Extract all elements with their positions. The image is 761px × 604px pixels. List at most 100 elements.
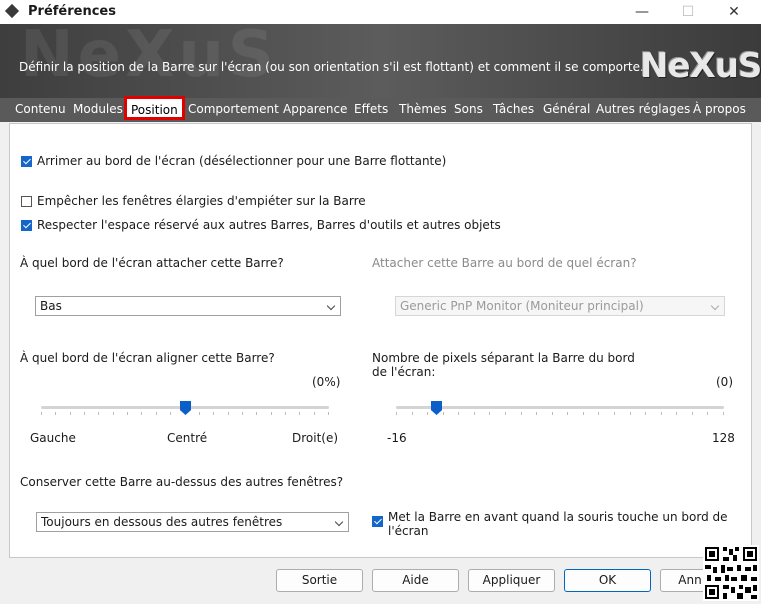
dock-edge-option[interactable]: Arrimer au bord de l'écran (désélectionn…	[21, 154, 446, 168]
tab-comportement[interactable]: Comportement	[188, 102, 279, 116]
edge-select-value: Bas	[40, 299, 62, 313]
dock-edge-checkbox[interactable]	[21, 155, 32, 167]
dock-edge-label: Arrimer au bord de l'écran (désélectionn…	[37, 154, 447, 168]
align-value: (0%)	[312, 375, 341, 389]
slider-tick	[598, 412, 600, 415]
pixels-value: (0)	[716, 375, 733, 389]
slider-tick	[614, 412, 615, 415]
close-button[interactable]: ✕	[711, 0, 757, 24]
slider-tick	[582, 412, 584, 415]
slider-tick	[427, 412, 429, 415]
slider-tick	[227, 412, 229, 415]
monitor-select-value: Generic PnP Monitor (Moniteur principal)	[400, 299, 644, 313]
respect-space-checkbox[interactable]	[21, 219, 32, 231]
slider-tick	[41, 412, 42, 415]
edge-select[interactable]: Bas	[35, 296, 341, 316]
app-icon	[4, 3, 20, 19]
pixels-slider-ticks	[396, 412, 724, 416]
maximize-button[interactable]: ☐	[665, 0, 711, 24]
pixels-question-line2: de l'écran:	[372, 365, 436, 379]
tab-effets[interactable]: Effets	[354, 102, 388, 116]
tab-themes[interactable]: Thèmes	[399, 102, 447, 116]
qr-code-icon	[703, 545, 759, 601]
slider-tick	[629, 412, 631, 415]
slider-tick	[536, 412, 538, 415]
edge-question: À quel bord de l'écran attacher cette Ba…	[20, 256, 284, 270]
respect-space-option[interactable]: Respecter l'espace réservé aux autres Ba…	[21, 218, 501, 232]
nexus-logo: NeXuS	[640, 46, 761, 86]
slider-tick	[155, 412, 157, 415]
slider-tick	[676, 412, 678, 415]
title-bar: Préférences — ☐ ✕	[0, 0, 761, 24]
align-mid-label: Centré	[167, 431, 208, 445]
banner-watermark: NeXuS	[20, 24, 278, 92]
slider-tick	[505, 412, 506, 415]
slider-tick	[299, 412, 301, 415]
slider-tick	[442, 412, 444, 415]
slider-tick	[567, 412, 569, 415]
slider-tick	[213, 412, 215, 415]
tab-modules[interactable]: Modules	[73, 102, 123, 116]
tab-a-propos[interactable]: À propos	[693, 102, 746, 116]
align-question: À quel bord de l'écran aligner cette Bar…	[20, 351, 275, 365]
align-min-label: Gauche	[30, 431, 76, 445]
pixels-min-label: -16	[387, 431, 407, 445]
slider-tick	[313, 412, 315, 415]
slider-tick	[112, 412, 114, 415]
slider-tick	[284, 412, 286, 415]
window-title: Préférences	[28, 4, 116, 19]
slider-tick	[69, 412, 71, 415]
slider-tick	[723, 412, 724, 415]
prevent-overlap-label: Empêcher les fenêtres élargies d'empiéte…	[37, 194, 366, 208]
slider-tick	[241, 412, 243, 415]
mouse-front-checkbox[interactable]	[372, 516, 383, 527]
slider-tick	[660, 412, 662, 415]
align-max-label: Droit(e)	[292, 431, 339, 445]
minimize-button[interactable]: —	[619, 0, 665, 24]
slider-tick	[170, 412, 172, 415]
slider-tick	[55, 412, 57, 415]
slider-tick	[458, 412, 460, 415]
slider-tick	[691, 412, 693, 415]
zorder-question: Conserver cette Barre au-dessus des autr…	[20, 475, 344, 489]
slider-tick	[473, 412, 475, 415]
header-banner: NeXuS Définir la position de la Barre su…	[0, 24, 761, 98]
pixels-slider-track[interactable]	[396, 406, 724, 409]
slider-tick	[645, 412, 647, 415]
mouse-front-option[interactable]: Met la Barre en avant quand la souris to…	[372, 510, 728, 538]
chevron-down-icon	[710, 301, 720, 311]
slider-tick	[396, 412, 397, 415]
mouse-front-label: Met la Barre en avant quand la souris to…	[388, 510, 728, 538]
slider-tick	[328, 412, 329, 415]
zorder-select[interactable]: Toujours en dessous des autres fenêtres	[36, 512, 349, 532]
chevron-down-icon	[334, 517, 344, 527]
slider-tick	[707, 412, 709, 415]
slider-tick	[270, 412, 272, 415]
pixels-question: Nombre de pixels séparant la Barre du bo…	[372, 351, 635, 365]
slider-tick	[84, 412, 86, 415]
slider-tick	[489, 412, 491, 415]
slider-tick	[256, 412, 258, 415]
tab-contenu[interactable]: Contenu	[15, 102, 66, 116]
tab-taches[interactable]: Tâches	[493, 102, 534, 116]
tab-sons[interactable]: Sons	[454, 102, 483, 116]
tab-apparence[interactable]: Apparence	[283, 102, 347, 116]
tab-position[interactable]: Position	[124, 96, 185, 120]
slider-tick	[520, 412, 522, 415]
prevent-overlap-option[interactable]: Empêcher les fenêtres élargies d'empiéte…	[21, 194, 366, 208]
help-button[interactable]: Aide	[372, 569, 459, 592]
chevron-down-icon	[326, 301, 336, 311]
exit-button[interactable]: Sortie	[276, 569, 363, 592]
ok-button[interactable]: OK	[564, 569, 651, 592]
position-panel	[9, 123, 752, 558]
slider-tick	[141, 412, 143, 415]
respect-space-label: Respecter l'espace réservé aux autres Ba…	[37, 218, 501, 232]
zorder-select-value: Toujours en dessous des autres fenêtres	[41, 515, 283, 529]
slider-tick	[98, 412, 100, 415]
tab-autres-reglages[interactable]: Autres réglages	[596, 102, 690, 116]
tab-general[interactable]: Général	[543, 102, 590, 116]
monitor-select: Generic PnP Monitor (Moniteur principal)	[395, 296, 725, 316]
slider-tick	[411, 412, 413, 415]
prevent-overlap-checkbox[interactable]	[21, 195, 32, 207]
apply-button[interactable]: Appliquer	[468, 569, 555, 592]
